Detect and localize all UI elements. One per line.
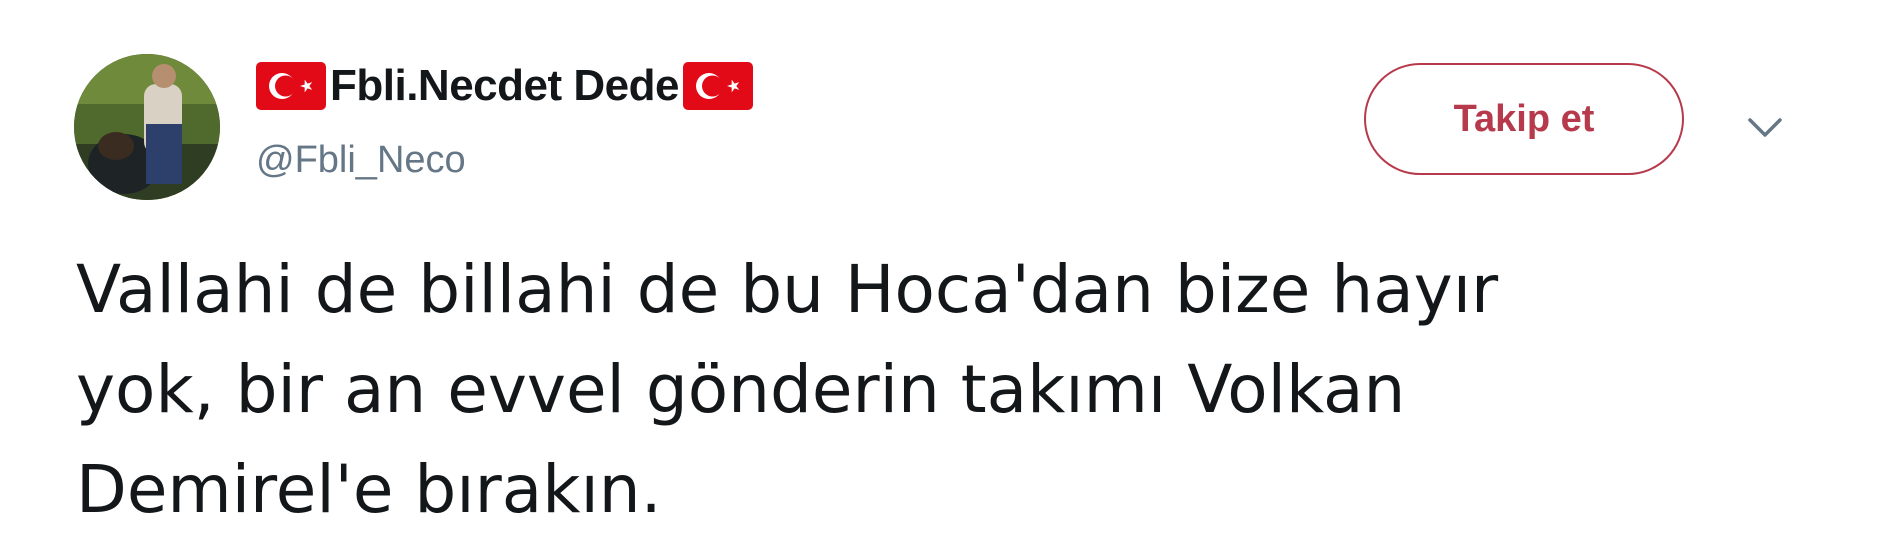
chevron-down-icon[interactable] [1744,114,1786,142]
display-name[interactable]: Fbli.Necdet Dede [330,58,679,114]
avatar-image [74,54,220,200]
avatar[interactable] [74,54,220,200]
tweet-text-line: yok, bir an evvel gönderin takımı Volkan [76,351,1406,428]
tweet-text: Vallahi de billahi de bu Hoca'dan bize h… [76,240,1776,540]
tweet-text-line: Vallahi de billahi de bu Hoca'dan bize h… [76,251,1499,328]
tweet-text-line: Demirel'e bırakın. [76,451,662,528]
user-handle[interactable]: @Fbli_Neco [256,136,466,184]
name-row: Fbli.Necdet Dede [256,58,753,114]
turkey-flag-icon [256,62,326,110]
follow-button[interactable]: Takip et [1364,63,1684,175]
turkey-flag-icon [682,62,753,110]
tweet-card: Fbli.Necdet Dede @Fbli_Neco Takip et Val… [0,0,1882,555]
